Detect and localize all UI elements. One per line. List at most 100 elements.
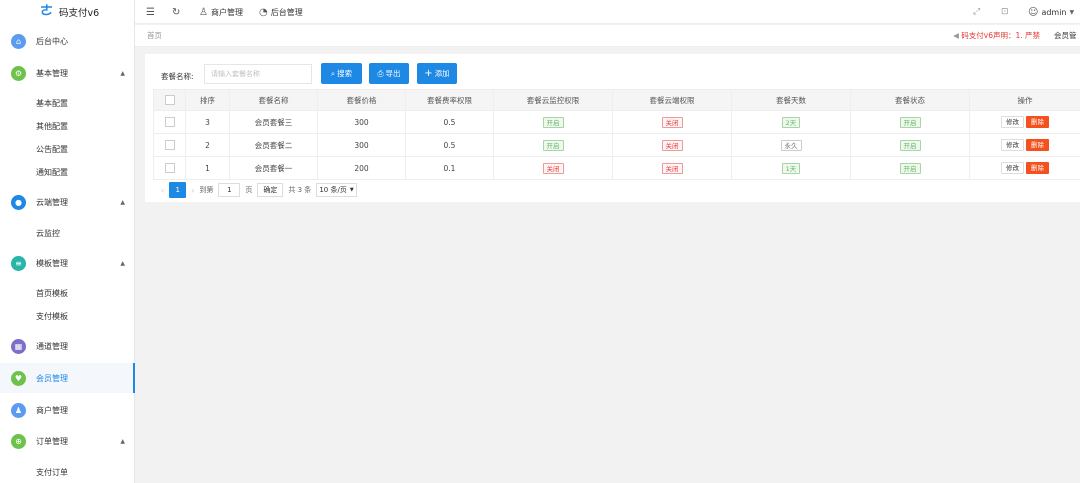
edit-button[interactable]: 修改 xyxy=(1001,116,1024,128)
column-header: 排序 xyxy=(185,89,230,111)
column-header: 套餐云端权限 xyxy=(612,89,732,111)
fullscreen-icon: ⤢ xyxy=(973,7,981,17)
speaker-icon: ◀ xyxy=(953,31,959,40)
delete-button[interactable]: 删除 xyxy=(1026,162,1049,174)
sidebar-item-dashboard[interactable]: ⌂ 后台中心 xyxy=(0,26,135,56)
delete-button[interactable]: 删除 xyxy=(1026,139,1049,151)
brand-name: 码支付v6 xyxy=(59,8,100,19)
cart-icon: ⊕ xyxy=(11,433,26,449)
user-menu[interactable]: ☺ admin ▼ xyxy=(1028,0,1074,24)
goto-page-input[interactable] xyxy=(218,183,241,197)
days-badge: 2天 xyxy=(781,116,801,128)
status-badge: 关闭 xyxy=(661,116,683,128)
sidebar-item-template[interactable]: ≡ 模板管理 ▲ xyxy=(0,248,135,278)
row-select[interactable] xyxy=(153,156,186,180)
next-page-icon[interactable]: › xyxy=(191,186,194,195)
chevron-up-icon: ▲ xyxy=(120,437,125,445)
gear-icon: ⚙ xyxy=(11,65,26,81)
sidebar-item-channel[interactable]: ▦ 通道管理 xyxy=(0,331,135,361)
cell-days: 2天 xyxy=(731,110,851,134)
search-button[interactable]: ⌕ 搜索 xyxy=(321,63,362,84)
goto-confirm-button[interactable]: 确定 xyxy=(257,183,284,197)
merchant-manage-link[interactable]: ♙ 商户管理 xyxy=(199,0,243,24)
cell-status: 开启 xyxy=(850,133,970,157)
sidebar-item-order[interactable]: ⊕ 订单管理 ▲ xyxy=(0,426,135,456)
edit-button[interactable]: 修改 xyxy=(1001,162,1024,174)
header-select-all[interactable] xyxy=(153,89,186,111)
notice-marquee: ◀ 码支付v6声明：1. 严禁 xyxy=(953,25,1040,47)
sidebar-item-pay-template[interactable]: 支付模板 xyxy=(0,305,135,327)
row-checkbox[interactable] xyxy=(164,117,175,127)
sidebar-item-basic[interactable]: ⚙ 基本管理 ▲ xyxy=(0,58,135,88)
sidebar-item-other-config[interactable]: 其他配置 xyxy=(0,115,135,137)
cell-price: 300 xyxy=(317,110,406,134)
sidebar-item-label: 公告配置 xyxy=(36,144,68,154)
add-button[interactable]: + 添加 xyxy=(417,63,457,84)
export-button[interactable]: ⎙ 导出 xyxy=(369,63,409,84)
cell-days: 永久 xyxy=(731,133,851,157)
logo[interactable]: ㄜ 码支付v6 xyxy=(0,0,134,24)
sidebar-item-home-template[interactable]: 首页模板 xyxy=(0,282,135,304)
backend-manage-label: 后台管理 xyxy=(270,7,303,17)
days-badge: 1天 xyxy=(781,162,801,174)
channel-icon: ▦ xyxy=(11,338,26,354)
chevron-up-icon: ▲ xyxy=(120,69,125,77)
sidebar-item-label: 基本配置 xyxy=(36,98,68,108)
sidebar-item-label: 其他配置 xyxy=(36,121,68,131)
sidebar-item-label: 云监控 xyxy=(36,228,60,238)
plus-icon: + xyxy=(424,68,433,79)
cloud-icon: ● xyxy=(11,194,26,210)
table-header-row: 排序 套餐名称 套餐价格 套餐费率权限 套餐云监控权限 套餐云端权限 套餐天数 … xyxy=(153,89,1080,111)
sidebar-item-notify-config[interactable]: 通知配置 xyxy=(0,161,135,183)
cell-status: 开启 xyxy=(850,110,970,134)
breadcrumb[interactable]: 首页 xyxy=(147,25,162,47)
export-icon: ⎙ xyxy=(377,68,384,78)
sidebar-item-pay-order[interactable]: 支付订单 xyxy=(0,461,135,483)
menu-toggle-button[interactable]: ☰ xyxy=(146,0,155,24)
search-input[interactable] xyxy=(204,64,312,84)
cell-sort: 2 xyxy=(185,133,230,157)
fullscreen-button[interactable]: ⤢ xyxy=(973,0,980,24)
prev-page-icon[interactable]: ‹ xyxy=(161,186,164,195)
cell-sort: 3 xyxy=(185,110,230,134)
sidebar-item-label: 首页模板 xyxy=(36,288,68,298)
cell-name: 会员套餐一 xyxy=(229,156,318,180)
cell-name: 会员套餐三 xyxy=(229,110,318,134)
sidebar-item-basic-config[interactable]: 基本配置 xyxy=(0,92,135,114)
page-size-select[interactable]: 10 条/页 ▼ xyxy=(316,183,357,197)
goto-label: 到第 xyxy=(199,186,214,194)
delete-button[interactable]: 删除 xyxy=(1026,116,1049,128)
cell-monitor: 开启 xyxy=(493,110,613,134)
cell-actions: 修改 删除 xyxy=(969,110,1080,134)
row-checkbox[interactable] xyxy=(164,140,175,150)
row-select[interactable] xyxy=(153,133,186,157)
refresh-button[interactable]: ↻ xyxy=(172,0,180,24)
sidebar-item-vip[interactable]: ♥ 会员管理 xyxy=(0,363,135,393)
select-all-checkbox[interactable] xyxy=(164,95,175,105)
lock-button[interactable]: ⊡ xyxy=(1001,0,1009,24)
cell-monitor: 关闭 xyxy=(493,156,613,180)
cell-monitor: 开启 xyxy=(493,133,613,157)
sidebar-item-label: 云端管理 xyxy=(36,197,68,207)
sidebar-item-cloud[interactable]: ● 云端管理 ▲ xyxy=(0,187,135,217)
sidebar-item-label: 支付模板 xyxy=(36,311,68,321)
backend-manage-link[interactable]: ◔ 后台管理 xyxy=(259,0,303,24)
status-badge: 关闭 xyxy=(542,162,564,174)
sidebar-item-merchant[interactable]: ♟ 商户管理 xyxy=(0,395,135,425)
edit-button[interactable]: 修改 xyxy=(1001,139,1024,151)
dashboard-icon: ◔ xyxy=(259,6,268,18)
vip-icon: ♥ xyxy=(11,370,26,386)
days-badge: 永久 xyxy=(780,139,802,151)
chevron-up-icon: ▲ xyxy=(120,259,125,267)
sidebar-item-notice-config[interactable]: 公告配置 xyxy=(0,138,135,160)
current-page-button[interactable]: 1 xyxy=(169,182,187,198)
breadcrumb-bar: 首页 ◀ 码支付v6声明：1. 严禁 会员管 xyxy=(135,25,1080,47)
page-size-value: 10 条/页 xyxy=(319,186,347,194)
row-checkbox[interactable] xyxy=(164,163,175,173)
user-icon: ♙ xyxy=(199,6,208,18)
cell-cloud: 关闭 xyxy=(612,156,732,180)
column-header: 套餐云监控权限 xyxy=(493,89,613,111)
row-select[interactable] xyxy=(153,110,186,134)
chevron-down-icon: ▼ xyxy=(349,187,354,193)
sidebar-item-cloud-monitor[interactable]: 云监控 xyxy=(0,222,135,244)
